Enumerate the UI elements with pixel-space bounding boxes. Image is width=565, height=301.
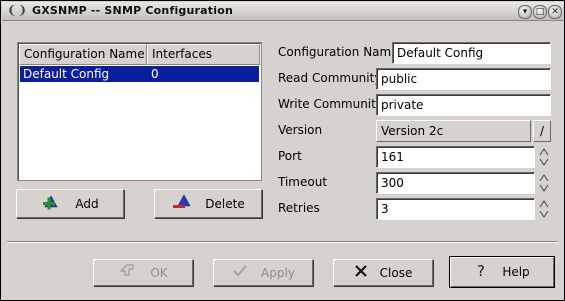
write-community-label: Write Community xyxy=(278,97,383,111)
add-label: Add xyxy=(75,196,99,211)
ok-button[interactable]: OK xyxy=(93,259,193,286)
close-x-icon xyxy=(354,264,368,281)
retries-label: Retries xyxy=(278,201,320,215)
delete-button[interactable]: Delete xyxy=(154,189,262,218)
apply-label: Apply xyxy=(261,265,295,280)
column-header-configuration-name[interactable]: Configuration Name xyxy=(19,44,147,65)
version-select[interactable]: Version 2c xyxy=(376,120,531,142)
help-label: Help xyxy=(502,265,530,279)
ok-icon xyxy=(118,262,138,283)
footer-separator xyxy=(7,241,558,243)
list-header: Configuration Name Interfaces xyxy=(19,44,260,65)
timeout-field[interactable]: 300 xyxy=(376,172,535,194)
configuration-name-field[interactable]: Default Config xyxy=(392,42,551,64)
add-button[interactable]: Add xyxy=(16,189,124,218)
configuration-name-label: Configuration Name xyxy=(278,45,399,59)
row-config-name: Default Config xyxy=(23,67,110,81)
version-dropdown-icon[interactable]: / xyxy=(533,120,551,142)
row-interfaces: 0 xyxy=(151,67,159,81)
window-menu-icon-right: ❩ xyxy=(16,3,28,17)
svg-text:?: ? xyxy=(477,262,485,280)
timeout-label: Timeout xyxy=(278,175,328,189)
close-label: Close xyxy=(379,265,413,280)
timeout-spinner-icon[interactable] xyxy=(538,172,550,194)
write-community-field[interactable]: private xyxy=(376,94,551,116)
close-window-icon[interactable]: ✕ xyxy=(548,5,562,19)
port-label: Port xyxy=(278,149,302,163)
read-community-label: Read Community xyxy=(278,71,382,85)
title-bar[interactable]: ❨ ❩ GXSNMP -- SNMP Configuration ▾ □ ✕ xyxy=(2,2,563,21)
delete-icon xyxy=(171,192,193,215)
minimize-icon[interactable]: ▾ xyxy=(518,5,532,19)
version-label: Version xyxy=(278,123,323,137)
delete-label: Delete xyxy=(205,196,245,211)
port-spinner-icon[interactable] xyxy=(538,146,550,168)
add-icon xyxy=(41,192,63,215)
retries-spinner-icon[interactable] xyxy=(538,198,550,220)
apply-button[interactable]: Apply xyxy=(213,259,313,286)
ok-label: OK xyxy=(150,265,168,280)
snmp-config-window: ❨ ❩ GXSNMP -- SNMP Configuration ▾ □ ✕ C… xyxy=(0,0,565,301)
help-icon: ? xyxy=(474,262,490,283)
read-community-field[interactable]: public xyxy=(376,68,551,90)
retries-field[interactable]: 3 xyxy=(376,198,535,220)
configuration-list[interactable]: Configuration Name Interfaces Default Co… xyxy=(17,42,262,181)
check-icon xyxy=(231,263,249,282)
help-button[interactable]: ? Help xyxy=(449,256,555,288)
close-button[interactable]: Close xyxy=(333,259,433,286)
port-field[interactable]: 161 xyxy=(376,146,535,168)
list-row-default-config[interactable]: Default Config 0 xyxy=(20,66,259,82)
window-title: GXSNMP -- SNMP Configuration xyxy=(32,4,233,17)
maximize-icon[interactable]: □ xyxy=(533,5,547,19)
column-header-interfaces[interactable]: Interfaces xyxy=(147,44,260,65)
